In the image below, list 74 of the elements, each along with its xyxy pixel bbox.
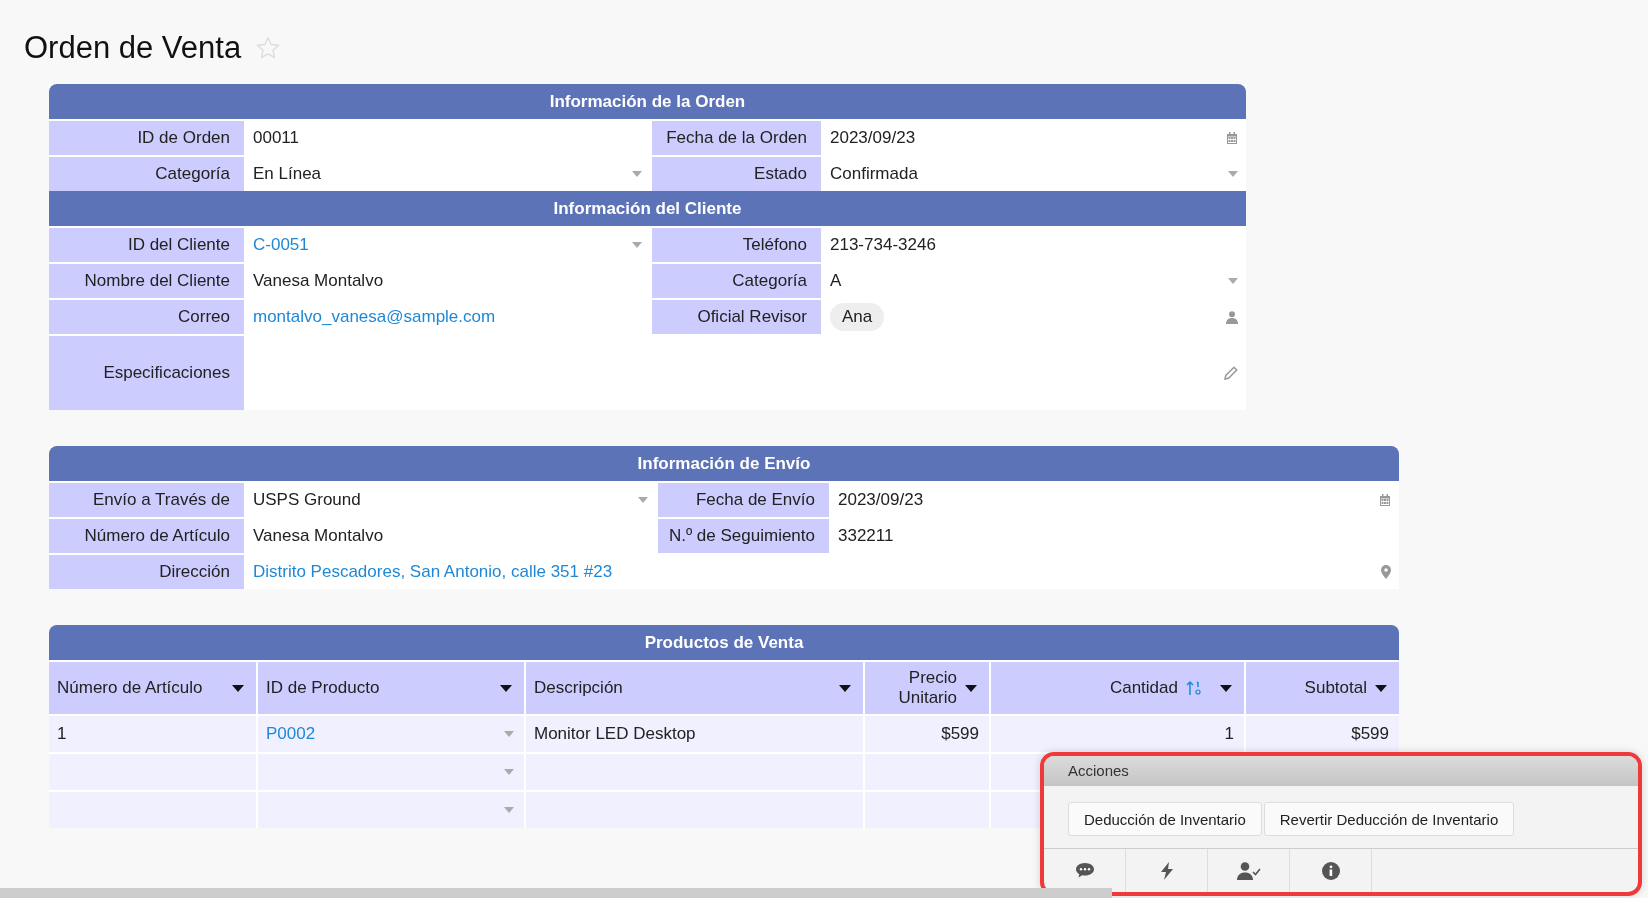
panel-title: Acciones (1044, 756, 1638, 786)
field-label: Nombre del Cliente (49, 264, 244, 298)
action-button[interactable]: Revertir Deducción de Inventario (1263, 802, 1515, 836)
cell-text: 1 (57, 724, 67, 744)
column-title: Descripción (534, 678, 624, 698)
field-label: Correo (49, 300, 244, 334)
user-check-icon (1236, 861, 1261, 880)
field-label: N.º de Seguimiento (658, 519, 829, 553)
field-value: USPS Ground (253, 490, 361, 510)
field-label: ID del Cliente (49, 228, 244, 262)
field-value: Vanesa Montalvo (253, 526, 384, 546)
scrollbar-thumb[interactable] (0, 888, 1112, 898)
column-title: Subtotal (1303, 678, 1367, 698)
column-header[interactable]: Subtotal (1246, 662, 1399, 714)
calendar-icon[interactable] (1226, 132, 1238, 144)
field-value: 332211 (838, 526, 894, 546)
field-label: Estado (652, 157, 821, 191)
map-pin-icon[interactable] (1381, 565, 1391, 579)
field-value: En Línea (253, 164, 322, 184)
column-title: ID de Producto (266, 678, 381, 698)
column-header[interactable]: Cantidad (991, 662, 1244, 714)
field-label: Categoría (652, 264, 821, 298)
field-value: 2023/09/23 (830, 128, 916, 148)
field-label: Teléfono (652, 228, 821, 262)
column-header[interactable]: Número de Artículo (49, 662, 256, 714)
field-label: Fecha de Envío (658, 483, 829, 517)
caret-icon[interactable] (500, 684, 512, 692)
cell-text: $599 (1351, 724, 1389, 744)
field-value: A (830, 271, 842, 291)
field-label: Fecha de la Orden (652, 121, 821, 155)
caret-icon[interactable] (232, 684, 244, 692)
field-value: montalvo_vanesa@sample.com (253, 307, 496, 327)
column-title: Cantidad (1108, 678, 1178, 698)
field-label: Envío a Través de (49, 483, 244, 517)
field-value: Vanesa Montalvo (253, 271, 384, 291)
field-value: Confirmada (830, 164, 918, 184)
field-label: Categoría (49, 157, 244, 191)
cell-text: Monitor LED Desktop (534, 724, 696, 744)
info-icon (1321, 861, 1340, 880)
cell-text: 1 (1224, 724, 1234, 744)
user-chip: Ana (830, 303, 885, 331)
field-value: Distrito Pescadores, San Antonio, calle 351 #23 (253, 562, 613, 582)
field-label: Oficial Revisor (652, 300, 821, 334)
field-label: Especificaciones (49, 336, 244, 410)
pencil-icon[interactable] (1224, 366, 1238, 380)
column-title: Precio Unitario (897, 668, 957, 708)
field-value: 00011 (253, 128, 299, 148)
cell-text: $599 (941, 724, 979, 744)
section-header: Información de Envío (49, 446, 1399, 481)
star-icon[interactable] (255, 35, 282, 61)
section-header: Información del Cliente (49, 191, 1246, 226)
section-header: Información de la Orden (49, 84, 1246, 119)
lightning-icon (1160, 861, 1173, 880)
page-title: Orden de Venta (24, 30, 242, 66)
user-icon[interactable] (1226, 310, 1238, 324)
field-value: C-0051 (253, 235, 309, 255)
caret-icon[interactable] (839, 684, 851, 692)
column-header[interactable]: Precio Unitario (865, 662, 989, 714)
action-button[interactable]: Deducción de Inventario (1068, 802, 1262, 836)
chat-bubble-icon (1075, 863, 1094, 878)
caret-icon[interactable] (965, 684, 977, 692)
column-header[interactable]: ID de Producto (258, 662, 524, 714)
caret-icon[interactable] (1220, 684, 1232, 692)
calendar-icon[interactable] (1379, 494, 1391, 506)
field-label: Dirección (49, 555, 244, 589)
column-header[interactable]: Descripción (526, 662, 863, 714)
field-value: 213-734-3246 (830, 235, 936, 255)
field-label: Número de Artículo (49, 519, 244, 553)
field-label: ID de Orden (49, 121, 244, 155)
caret-icon[interactable] (1375, 684, 1387, 692)
section-header: Productos de Venta (49, 625, 1399, 660)
column-title: Número de Artículo (57, 678, 204, 698)
sort-icon[interactable] (1186, 680, 1202, 696)
field-value: 2023/09/23 (838, 490, 924, 510)
